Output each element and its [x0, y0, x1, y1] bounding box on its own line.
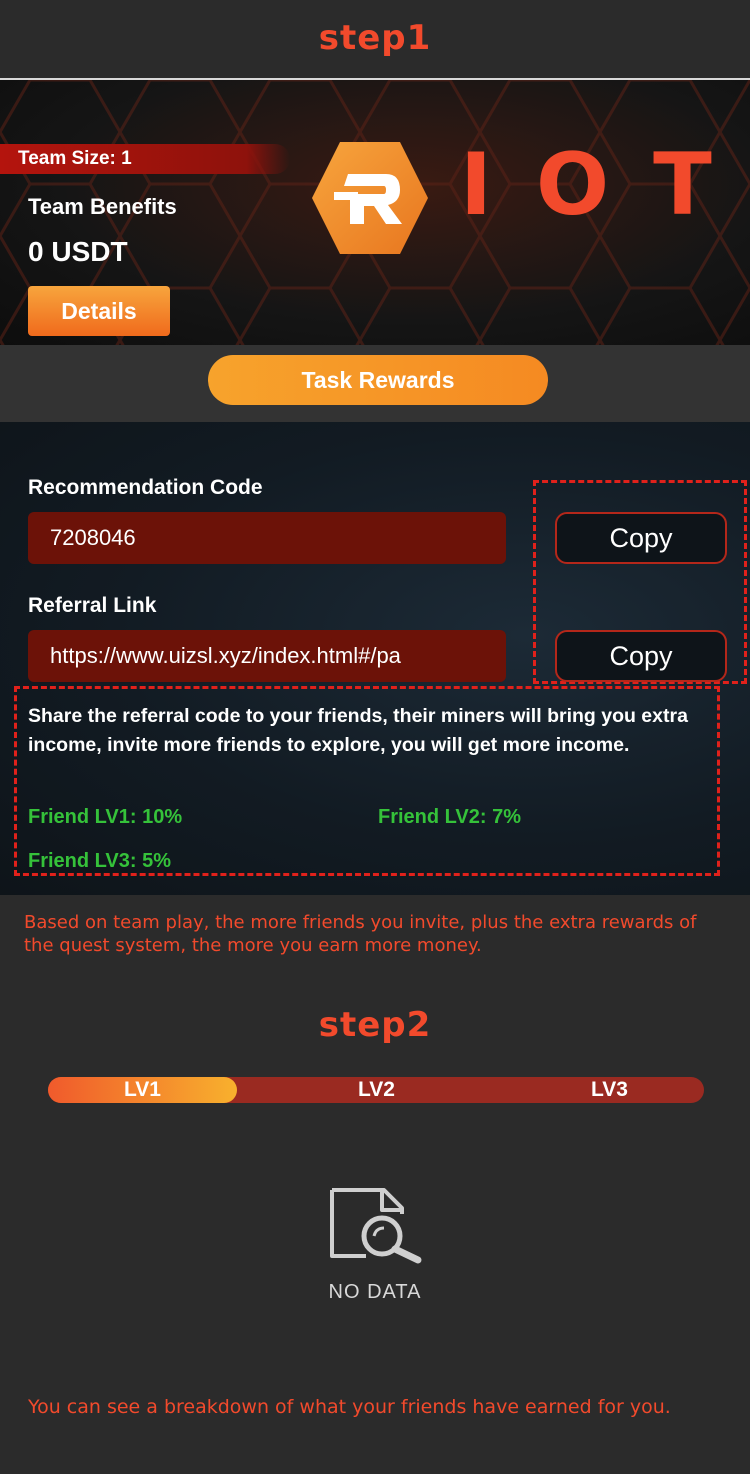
- task-rewards-button[interactable]: Task Rewards: [208, 355, 548, 405]
- step2-title: step2: [318, 1005, 432, 1045]
- team-banner: Team Size: 1 Team Benefits 0 USDT Detail…: [0, 80, 750, 345]
- team-benefits-label: Team Benefits: [28, 194, 177, 219]
- logo-wordmark: IOT: [460, 135, 750, 235]
- copy-link-button[interactable]: Copy: [555, 630, 727, 682]
- no-data-text: NO DATA: [328, 1281, 422, 1303]
- task-rewards-area: Task Rewards: [0, 345, 750, 422]
- friend-lv2-rate: Friend LV2: 7%: [378, 806, 521, 828]
- recommendation-code-label: Recommendation Code: [28, 476, 263, 499]
- referral-link-field[interactable]: https://www.uizsl.xyz/index.html#/pa: [28, 630, 506, 682]
- tab-lv1[interactable]: LV1: [48, 1077, 237, 1103]
- no-data-icon: [330, 1188, 422, 1264]
- level-tabs: LV1 LV2 LV3: [48, 1077, 704, 1103]
- tab-lv3[interactable]: LV3: [515, 1077, 704, 1103]
- breakdown-info: You can see a breakdown of what your fri…: [28, 1396, 671, 1418]
- tab-lv2[interactable]: LV2: [282, 1077, 471, 1103]
- riot-logo-icon: [312, 142, 428, 254]
- step1-title: step1: [318, 18, 432, 58]
- details-button[interactable]: Details: [28, 286, 170, 336]
- copy-code-button[interactable]: Copy: [555, 512, 727, 564]
- recommendation-code-field[interactable]: 7208046: [28, 512, 506, 564]
- friend-lv3-rate: Friend LV3: 5%: [28, 850, 171, 872]
- team-size-badge: Team Size: 1: [0, 144, 290, 174]
- referral-link-label: Referral Link: [28, 594, 157, 617]
- friend-lv1-rate: Friend LV1: 10%: [28, 806, 183, 828]
- team-benefits-value: 0 USDT: [28, 236, 128, 267]
- team-play-info: Based on team play, the more friends you…: [24, 912, 697, 956]
- share-description: Share the referral code to your friends,…: [28, 705, 688, 756]
- referral-panel: Recommendation Code 7208046 Referral Lin…: [0, 422, 750, 895]
